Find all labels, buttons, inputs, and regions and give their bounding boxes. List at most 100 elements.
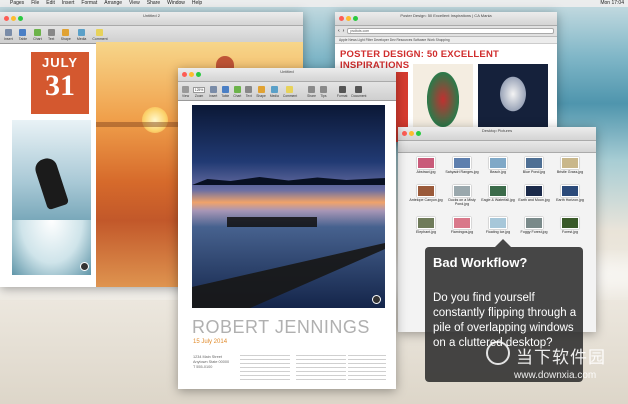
format-icon	[338, 86, 346, 93]
toolbar-chart[interactable]: Chart	[233, 86, 241, 98]
toolbar-comment[interactable]: Comment	[92, 29, 108, 41]
tips-icon	[319, 86, 327, 93]
menu-view[interactable]: View	[129, 0, 140, 7]
menu-help[interactable]: Help	[192, 0, 202, 7]
file-item[interactable]: Ducks on a Misty Pond.jpg	[444, 185, 480, 206]
menu-format[interactable]: Format	[81, 0, 97, 7]
file-thumbnail	[525, 185, 543, 197]
menu-app-name[interactable]: Pages	[10, 0, 24, 7]
toolbar-format[interactable]: Format	[337, 86, 347, 98]
pier-far-deck	[227, 217, 317, 227]
sun-graphic	[142, 107, 168, 133]
file-thumbnail	[489, 217, 507, 229]
menu-window[interactable]: Window	[167, 0, 185, 7]
menu-file[interactable]: File	[31, 0, 39, 7]
chart-icon	[33, 29, 41, 36]
file-item[interactable]: Floating Ice.jpg	[480, 217, 516, 234]
toolbar-zoom[interactable]: 125% Zoom	[193, 87, 206, 98]
menubar-clock: Mon 17:04	[600, 0, 624, 6]
toolbar-text[interactable]: Text	[245, 86, 253, 98]
title-bar[interactable]: Untitled	[178, 68, 396, 82]
toolbar-insert[interactable]: Insert	[4, 29, 13, 41]
file-item[interactable]: Foggy Forest.jpg	[516, 217, 552, 234]
resume-name[interactable]: ROBERT JENNINGS	[192, 317, 370, 338]
menu-edit[interactable]: Edit	[46, 0, 55, 7]
toolbar-document[interactable]: Document	[351, 86, 366, 98]
forward-icon[interactable]: ›	[343, 28, 345, 34]
file-item[interactable]: Earth Horizon.jpg	[552, 185, 588, 206]
chart-icon	[233, 86, 241, 93]
table-icon	[19, 29, 27, 36]
body-text-column	[296, 355, 346, 383]
astronaut-graphic	[498, 74, 528, 114]
file-item[interactable]: Beach.jpg	[480, 157, 516, 174]
menu-bar: Pages File Edit Insert Format Arrange Vi…	[0, 0, 628, 7]
calendar-month: JULY	[41, 55, 79, 70]
file-name: Elephant.jpg	[416, 230, 436, 234]
browser-title-bar[interactable]: Poster Design: 50 Excellent Inspirations…	[335, 12, 557, 26]
resume-date[interactable]: 15 July 2014	[193, 339, 227, 345]
toolbar-shape[interactable]: Shape	[256, 86, 266, 98]
toolbar-share[interactable]: Share	[307, 86, 316, 98]
toolbar-text[interactable]: Text	[47, 29, 55, 41]
file-thumbnail	[417, 157, 435, 169]
browser-tab-title: Poster Design: 50 Excellent Inspirations…	[400, 13, 492, 18]
watermark-logo-icon	[486, 341, 510, 365]
toolbar-media[interactable]: Media	[77, 29, 86, 41]
file-thumbnail	[525, 157, 543, 169]
file-name: Abstract.jpg	[416, 170, 436, 174]
pier-deck	[192, 243, 385, 308]
toolbar-table[interactable]: Table	[19, 29, 27, 41]
file-name: Earth and Moon.jpg	[518, 198, 550, 202]
zoom-select[interactable]: 125%	[193, 87, 206, 93]
toolbar-comment[interactable]: Comment	[283, 86, 297, 98]
file-item[interactable]: Elephant.jpg	[408, 217, 444, 234]
file-item[interactable]: Blue Pond.jpg	[516, 157, 552, 174]
title-bar[interactable]: Untitled 2	[0, 12, 303, 26]
finder-title-bar[interactable]: Desktop Pictures	[398, 127, 596, 141]
file-name: Forest.jpg	[562, 230, 578, 234]
address-bar[interactable]: psdtuts.com	[347, 28, 554, 34]
file-item[interactable]: Flamingos.jpg	[444, 217, 480, 234]
back-icon[interactable]: ‹	[338, 28, 340, 34]
watermark-text: 当下软件园	[516, 348, 606, 367]
toolbar-media[interactable]: Media	[270, 86, 279, 98]
menu-insert[interactable]: Insert	[62, 0, 75, 7]
toolbar-insert[interactable]: Insert	[209, 86, 217, 98]
toolbar-view[interactable]: View	[182, 86, 189, 98]
menu-arrange[interactable]: Arrange	[104, 0, 122, 7]
pages-window-front[interactable]: Untitled View 125% Zoom Insert Table Char…	[178, 68, 396, 389]
share-icon	[308, 86, 316, 93]
file-item[interactable]: Forest.jpg	[552, 217, 588, 234]
menu-share[interactable]: Share	[147, 0, 160, 7]
file-thumbnail	[561, 157, 579, 169]
file-thumbnail	[489, 185, 507, 197]
toolbar-table[interactable]: Table	[221, 86, 229, 98]
file-item[interactable]: Earth and Moon.jpg	[516, 185, 552, 206]
file-item[interactable]: Sahyadri Ranges.jpg	[444, 157, 480, 174]
text-icon	[245, 86, 253, 93]
surfer-silhouette	[32, 155, 70, 211]
watermark: 当下软件园 www.downxia.com	[466, 337, 612, 391]
media-badge-icon[interactable]	[372, 295, 381, 304]
insert-icon	[4, 29, 12, 36]
file-name: Sahyadri Ranges.jpg	[445, 170, 479, 174]
shape-icon	[62, 29, 70, 36]
toolbar-chart[interactable]: Chart	[33, 29, 42, 41]
toolbar-shape[interactable]: Shape	[61, 29, 71, 41]
callout-title: Bad Workflow?	[433, 255, 528, 270]
document-icon	[355, 86, 363, 93]
file-item[interactable]: Abstract.jpg	[408, 157, 444, 174]
toolbar-tips[interactable]: Tips	[319, 86, 327, 98]
file-thumbnail	[489, 157, 507, 169]
treeline	[192, 177, 385, 185]
file-item[interactable]: Eagle & Waterfall.jpg	[480, 185, 516, 206]
resume-address[interactable]: 1234 Main Street Anytown State 00000 T 5…	[193, 355, 229, 370]
file-item[interactable]: Bristle Grass.jpg	[552, 157, 588, 174]
media-icon	[270, 86, 278, 93]
callout-arrow	[495, 239, 511, 247]
media-badge-icon[interactable]	[80, 262, 89, 271]
file-name: Flamingos.jpg	[450, 230, 474, 234]
bookmarks-bar[interactable]: Apple News Light Filter Developer Dev Re…	[335, 37, 557, 44]
file-item[interactable]: Antelope Canyon.jpg	[408, 185, 444, 206]
